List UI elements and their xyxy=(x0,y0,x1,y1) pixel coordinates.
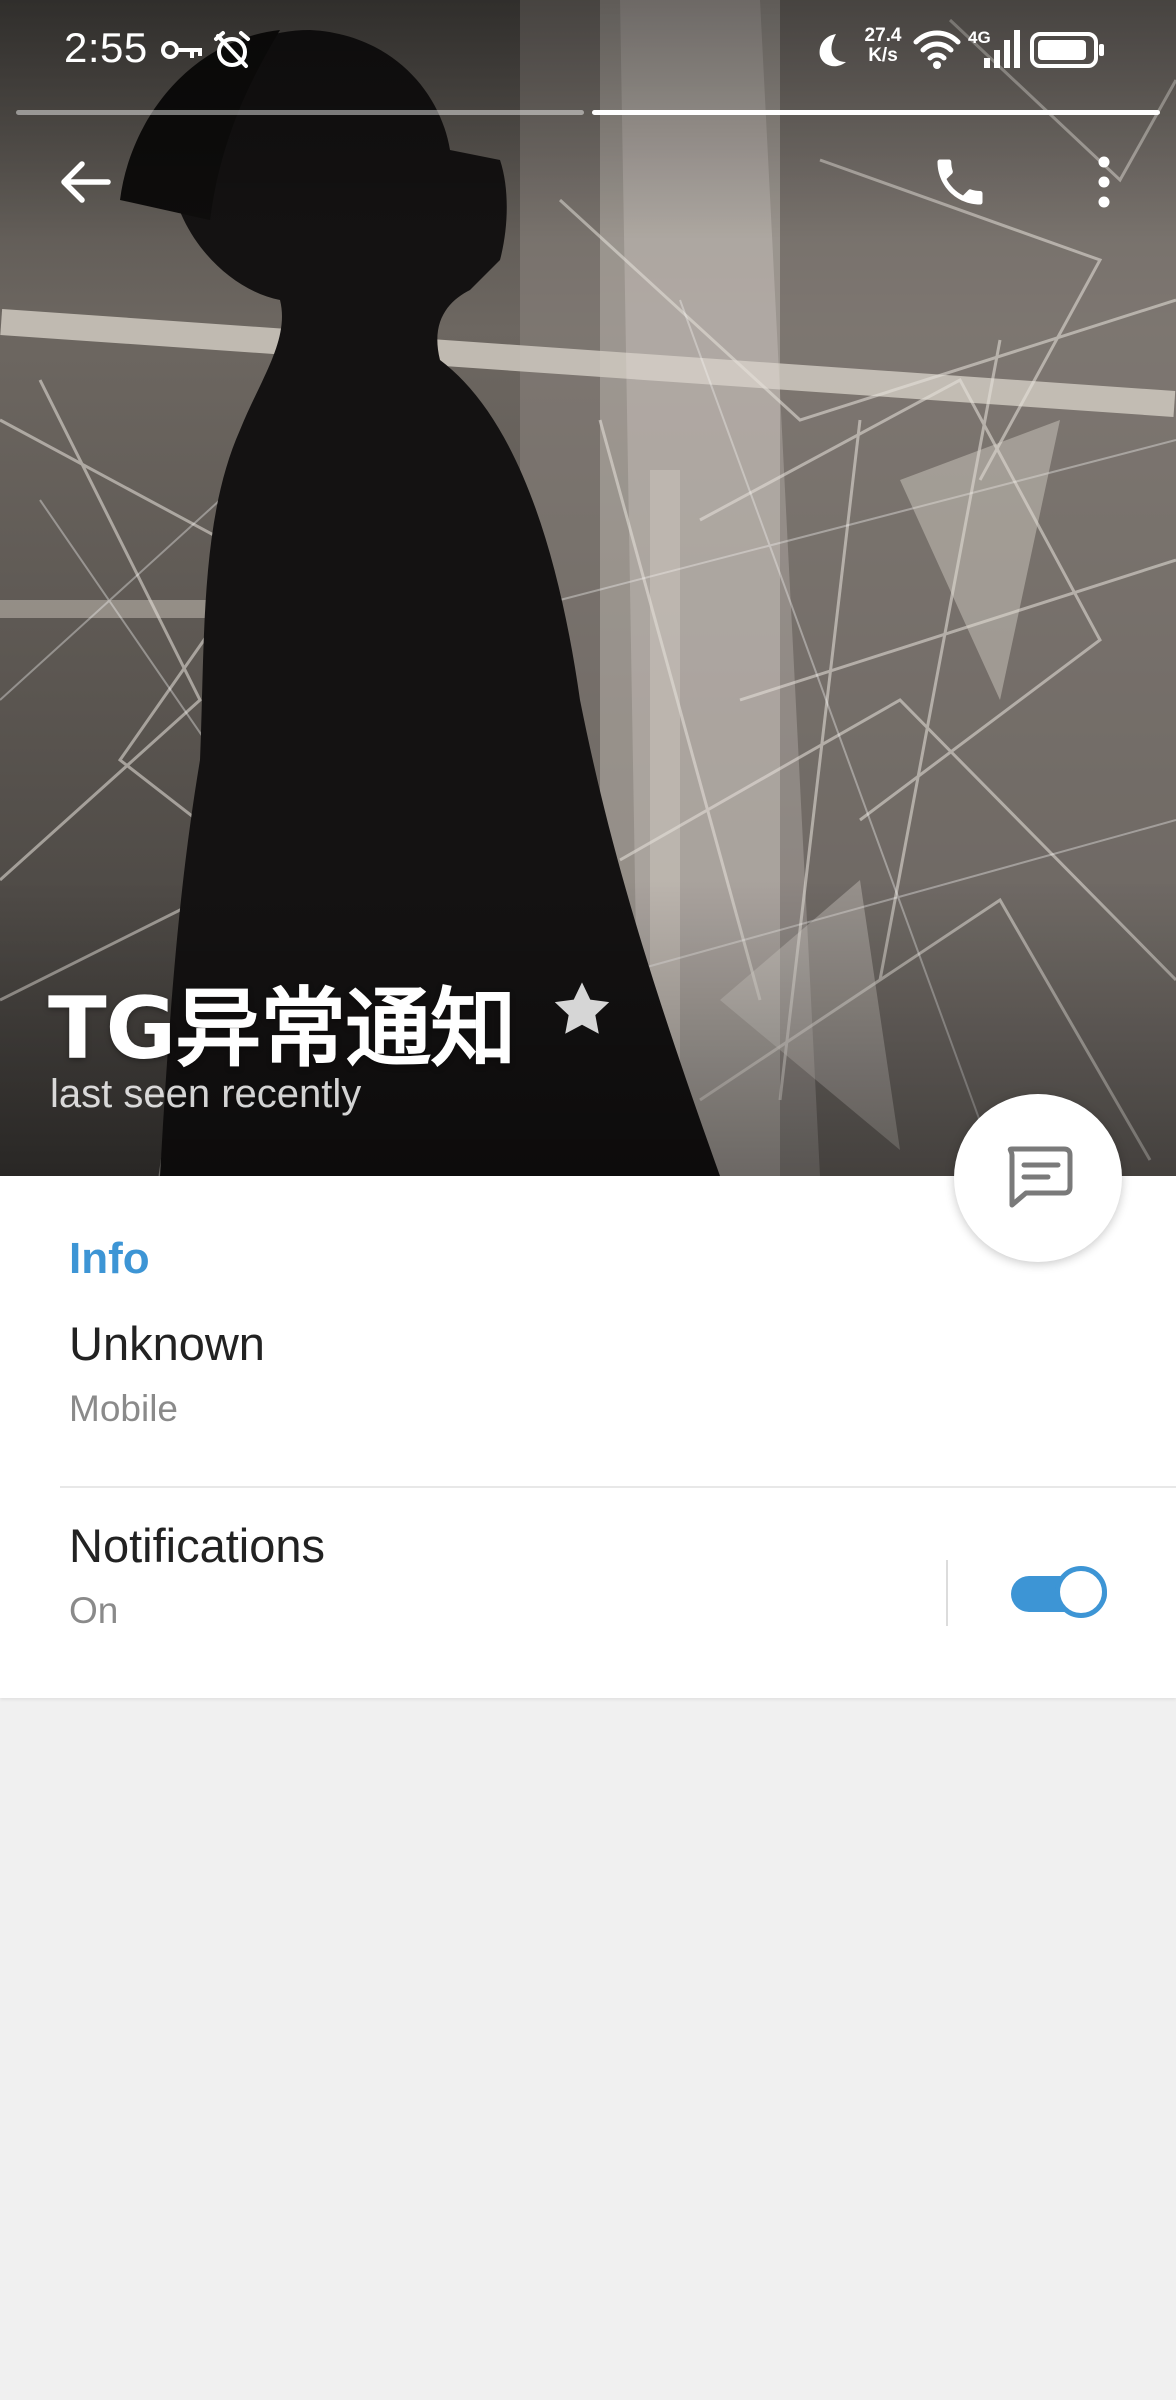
story-progress-segment-2 xyxy=(592,110,1160,115)
info-section-title: Info xyxy=(69,1234,150,1283)
star-icon xyxy=(554,982,610,1034)
toggle-knob xyxy=(1055,1566,1107,1618)
notifications-state: On xyxy=(69,1590,119,1631)
info-card: Info Unknown Mobile Notifications On xyxy=(0,1176,1176,1698)
last-seen-status: last seen recently xyxy=(50,1072,362,1116)
wifi-icon xyxy=(913,30,961,69)
story-progress-segment-1 xyxy=(16,110,584,115)
notifications-row[interactable]: Notifications On xyxy=(0,1488,930,1698)
status-bar: 2:55 27.4 K/s 4G xyxy=(0,0,1176,100)
signal-icon xyxy=(984,30,1020,68)
moon-icon xyxy=(819,34,846,67)
status-time: 2:55 xyxy=(64,24,148,71)
more-options-button[interactable] xyxy=(1056,134,1152,230)
alarm-off-icon xyxy=(214,31,250,68)
notifications-toggle[interactable] xyxy=(1009,1562,1113,1622)
arrow-left-icon xyxy=(61,161,111,203)
phone-row[interactable]: Unknown Mobile xyxy=(0,1286,1176,1486)
phone-label: Mobile xyxy=(69,1388,178,1429)
phone-icon xyxy=(937,159,983,205)
battery-icon xyxy=(1030,32,1104,68)
network-speed-unit: K/s xyxy=(868,45,898,66)
send-message-button[interactable] xyxy=(954,1094,1122,1262)
network-speed-value: 27.4 xyxy=(864,25,902,46)
key-icon xyxy=(161,41,202,59)
profile-name: TG异常通知 xyxy=(48,979,516,1079)
back-button[interactable] xyxy=(36,134,132,230)
more-vertical-icon xyxy=(1098,156,1110,208)
network-speed: 27.4 K/s xyxy=(860,26,906,66)
message-icon xyxy=(1007,1146,1073,1208)
notifications-title: Notifications xyxy=(69,1519,325,1572)
notifications-divider xyxy=(946,1560,948,1626)
call-button[interactable] xyxy=(912,134,1008,230)
phone-value: Unknown xyxy=(69,1317,265,1370)
profile-screen: 2:55 27.4 K/s 4G TG异常通知 last seen recent… xyxy=(0,0,1176,2400)
